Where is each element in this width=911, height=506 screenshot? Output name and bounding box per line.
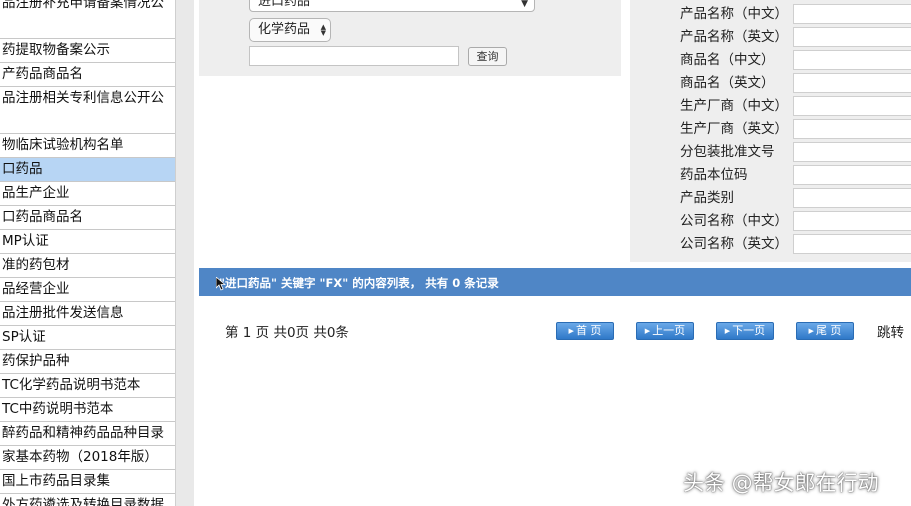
play-triangle-icon: ▶ [808,327,814,335]
category-select[interactable]: 进口药品 ▼ [249,0,535,12]
field-label-product-category: 产品类别 [680,190,734,206]
field-input-product-name-cn[interactable] [793,4,911,24]
sidebar-item-listed-drugs[interactable]: 国上市药品目录集 [0,470,175,494]
sidebar-item-label: 准的药包材 [2,257,70,273]
prev-page-button[interactable]: ▶ 上一页 [636,322,694,340]
sidebar-item-registration-approvals[interactable]: 品注册批件发送信息 [0,302,175,326]
field-input-trade-name-en[interactable] [793,73,911,93]
results-header-bar: "进口药品" 关键字 "FX" 的内容列表， 共有 0 条记录 [199,268,911,296]
advanced-search-form: 产品名称（中文） 产品名称（英文） 商品名（中文） 商品名（英文） 生产厂商（中… [630,0,911,262]
sidebar-item-domestic-trade-names[interactable]: 产药品商品名 [0,63,175,87]
sidebar-item-label: 物临床试验机构名单 [2,137,124,153]
sidebar-item-label: 外方药遴选及转换目录数据 [2,497,164,506]
jump-to-page-label: 跳转 [877,325,904,341]
field-input-company-name-en[interactable] [793,234,911,254]
sidebar-item-label: SP认证 [2,329,46,345]
sidebar-item-label: 品经营企业 [2,281,70,297]
sidebar-item-label: MP认证 [2,233,49,249]
select-arrows-icon: ▲ ▼ [320,23,326,37]
field-label-manufacturer-en: 生产厂商（英文） [680,121,788,137]
sidebar-item-otc-tcm-templates[interactable]: TC中药说明书范本 [0,398,175,422]
field-label-trade-name-cn: 商品名（中文） [680,52,775,68]
first-page-button[interactable]: ▶ 首 页 [556,322,614,340]
sidebar-item-approved-packaging[interactable]: 准的药包材 [0,254,175,278]
drug-type-select-value: 化学药品 [258,22,311,37]
sidebar-item-label: 家基本药物（2018年版） [2,449,158,465]
next-page-label: 下一页 [732,324,766,337]
first-page-label: 首 页 [575,324,602,337]
sidebar-item-manufacturers[interactable]: 品生产企业 [0,182,175,206]
field-label-company-name-en: 公司名称（英文） [680,236,788,252]
watermark: 头条 @帮女郎在行动 [683,471,879,495]
last-page-label: 尾 页 [815,324,842,337]
field-label-trade-name-en: 商品名（英文） [680,75,775,91]
drug-type-select[interactable]: 化学药品 ▲ ▼ [249,18,331,42]
field-label-drug-standard-code: 药品本位码 [680,167,748,183]
play-triangle-icon: ▶ [724,327,731,335]
field-label-product-name-en: 产品名称（英文） [680,29,788,45]
results-summary: "进口药品" 关键字 "FX" 的内容列表， 共有 0 条记录 [219,276,499,290]
sidebar-scroll-gutter [176,0,194,506]
sidebar: 品注册补充申请备案情况公 药提取物备案公示 产药品商品名 品注册相关专利信息公开… [0,0,176,506]
sidebar-item-prescription-switch[interactable]: 外方药遴选及转换目录数据 [0,494,175,506]
sidebar-item-supplementary-filing[interactable]: 品注册补充申请备案情况公 [0,0,175,39]
last-page-button[interactable]: ▶ 尾 页 [796,322,854,340]
field-input-product-name-en[interactable] [793,27,911,47]
search-panel: 进口药品 ▼ 化学药品 ▲ ▼ 查询 [199,0,621,76]
play-triangle-icon: ▶ [644,327,651,335]
sidebar-item-label: TC化学药品说明书范本 [2,377,141,393]
sidebar-item-label: 口药品 [2,161,43,177]
field-label-repackaging-approval: 分包装批准文号 [680,144,775,160]
play-triangle-icon: ▶ [568,327,574,335]
sidebar-item-imported-drugs[interactable]: 口药品 [0,158,175,182]
field-input-trade-name-cn[interactable] [793,50,911,70]
keyword-input[interactable] [249,46,459,66]
field-input-company-name-cn[interactable] [793,211,911,231]
chevron-down-icon: ▼ [521,0,528,9]
field-input-drug-standard-code[interactable] [793,165,911,185]
sidebar-item-patent-info[interactable]: 品注册相关专利信息公开公 [0,87,175,134]
field-input-manufacturer-cn[interactable] [793,96,911,116]
sidebar-item-label: 醉药品和精神药品品种目录 [2,425,164,441]
sidebar-item-narcotic-psychotropic[interactable]: 醉药品和精神药品品种目录 [0,422,175,446]
sidebar-item-gsp-certification[interactable]: SP认证 [0,326,175,350]
sidebar-item-imported-trade-names[interactable]: 口药品商品名 [0,206,175,230]
prev-page-label: 上一页 [652,324,686,337]
field-input-manufacturer-en[interactable] [793,119,911,139]
field-label-product-name-cn: 产品名称（中文） [680,6,788,22]
sidebar-item-distributors[interactable]: 品经营企业 [0,278,175,302]
sidebar-item-essential-medicines[interactable]: 家基本药物（2018年版） [0,446,175,470]
mouse-pointer-icon [216,277,226,291]
sidebar-item-clinical-trial-institutions[interactable]: 物临床试验机构名单 [0,134,175,158]
sidebar-item-label: 药保护品种 [2,353,70,369]
sidebar-item-label: 口药品商品名 [2,209,83,225]
sidebar-item-label: 国上市药品目录集 [2,473,110,489]
sidebar-item-label: 品注册批件发送信息 [2,305,124,321]
sidebar-item-protected-varieties[interactable]: 药保护品种 [0,350,175,374]
field-label-company-name-cn: 公司名称（中文） [680,213,788,229]
next-page-button[interactable]: ▶ 下一页 [716,322,774,340]
sidebar-item-label: TC中药说明书范本 [2,401,114,417]
sidebar-item-label: 品生产企业 [2,185,70,201]
category-select-value: 进口药品 [258,0,311,9]
field-input-product-category[interactable] [793,188,911,208]
sidebar-item-otc-chemical-templates[interactable]: TC化学药品说明书范本 [0,374,175,398]
sidebar-item-label: 产药品商品名 [2,66,83,82]
sidebar-item-label: 品注册相关专利信息公开公 [2,90,164,106]
sidebar-item-extract-filing[interactable]: 药提取物备案公示 [0,39,175,63]
field-label-manufacturer-cn: 生产厂商（中文） [680,98,788,114]
sidebar-item-label: 药提取物备案公示 [2,42,110,58]
sidebar-item-label: 品注册补充申请备案情况公 [2,0,164,11]
pager-info: 第 1 页 共0页 共0条 [225,325,349,341]
query-button[interactable]: 查询 [468,47,507,66]
field-input-repackaging-approval[interactable] [793,142,911,162]
sidebar-item-gmp-certification[interactable]: MP认证 [0,230,175,254]
